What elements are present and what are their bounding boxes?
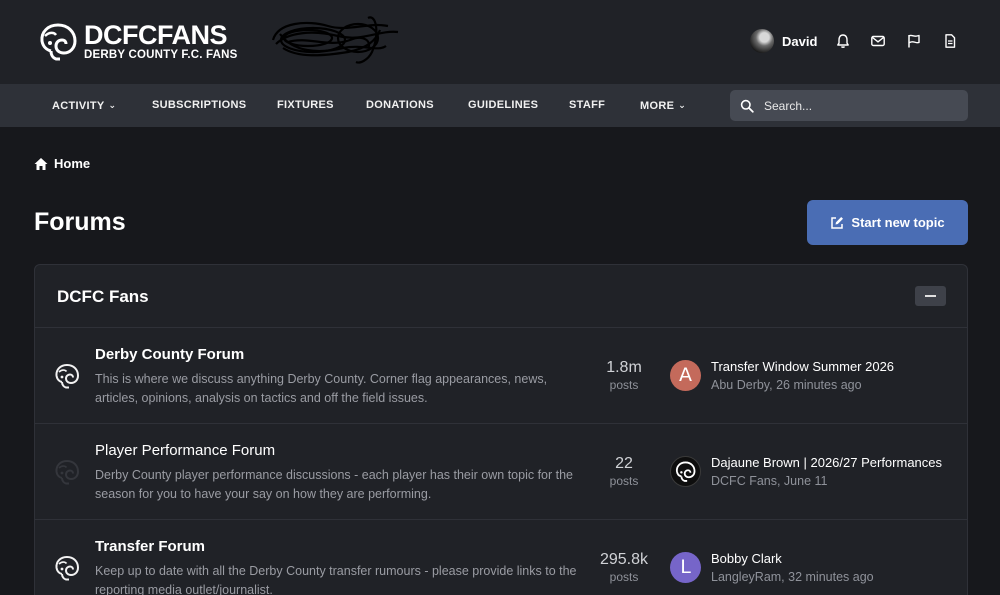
forum-unread-icon[interactable] xyxy=(53,362,81,390)
chevron-down-icon: ⌄ xyxy=(678,100,687,110)
user-avatar[interactable] xyxy=(750,29,774,53)
forum-title[interactable]: Player Performance Forum xyxy=(95,442,275,459)
forum-description: Derby County player performance discussi… xyxy=(95,468,574,501)
forum-title[interactable]: Transfer Forum xyxy=(95,538,205,555)
start-new-topic-label: Start new topic xyxy=(851,215,945,230)
home-icon xyxy=(34,157,48,170)
flag-icon[interactable] xyxy=(906,33,922,49)
edit-icon xyxy=(831,216,844,229)
category-title[interactable]: DCFC Fans xyxy=(57,287,149,307)
bell-icon[interactable] xyxy=(835,33,851,49)
forum-post-count: 295.8k posts xyxy=(599,551,649,584)
forum-category-panel: DCFC Fans Derby County Forum This is whe… xyxy=(34,264,968,595)
logo-title: DCFCFANS xyxy=(84,20,227,50)
last-poster-avatar[interactable] xyxy=(670,456,701,487)
nav-staff[interactable]: STAFF xyxy=(569,84,605,127)
username[interactable]: David xyxy=(782,34,817,49)
forum-row: Transfer Forum Keep up to date with all … xyxy=(35,520,967,595)
chevron-down-icon: ⌄ xyxy=(108,100,117,110)
last-post-meta: LangleyRam, 32 minutes ago xyxy=(711,570,874,584)
redaction-scribble xyxy=(271,16,399,64)
last-post-meta: DCFC Fans, June 11 xyxy=(711,474,828,488)
main-nav: ACTIVITY ⌄ SUBSCRIPTIONS FIXTURES DONATIO… xyxy=(0,84,1000,127)
nav-fixtures[interactable]: FIXTURES xyxy=(277,84,334,127)
category-header: DCFC Fans xyxy=(35,265,967,328)
breadcrumb[interactable]: Home xyxy=(34,156,90,171)
last-topic-link[interactable]: Bobby Clark xyxy=(711,551,782,566)
last-poster-avatar[interactable]: L xyxy=(670,552,701,583)
page-title: Forums xyxy=(34,208,126,236)
user-menu[interactable]: David xyxy=(750,29,817,53)
search-icon xyxy=(740,99,754,113)
last-topic-link[interactable]: Dajaune Brown | 2026/27 Performances xyxy=(711,455,942,470)
nav-guidelines[interactable]: GUIDELINES xyxy=(468,84,538,127)
nav-more[interactable]: MORE ⌄ xyxy=(640,84,686,127)
nav-activity[interactable]: ACTIVITY ⌄ xyxy=(52,84,116,127)
last-topic-link[interactable]: Transfer Window Summer 2026 xyxy=(711,359,894,374)
document-icon[interactable] xyxy=(942,33,958,49)
forum-description: This is where we discuss anything Derby … xyxy=(95,372,548,405)
forum-read-icon[interactable] xyxy=(53,458,81,486)
nav-subscriptions[interactable]: SUBSCRIPTIONS xyxy=(152,84,246,127)
collapse-button[interactable] xyxy=(915,286,946,306)
envelope-icon[interactable] xyxy=(870,33,886,49)
site-logo[interactable]: DCFCFANS DERBY COUNTY F.C. FANS xyxy=(36,20,238,64)
logo-subtitle: DERBY COUNTY F.C. FANS xyxy=(84,49,238,61)
search-input[interactable] xyxy=(764,98,954,113)
last-poster-avatar[interactable]: A xyxy=(670,360,701,391)
last-post-meta: Abu Derby, 26 minutes ago xyxy=(711,378,862,392)
site-header: DCFCFANS DERBY COUNTY F.C. FANS David xyxy=(0,0,1000,84)
forum-post-count: 22 posts xyxy=(609,455,639,488)
ram-logo-icon xyxy=(675,461,696,482)
breadcrumb-home[interactable]: Home xyxy=(54,156,90,171)
forum-row: Player Performance Forum Derby County pl… xyxy=(35,424,967,520)
search-box[interactable] xyxy=(730,90,968,121)
forum-title[interactable]: Derby County Forum xyxy=(95,346,244,363)
ram-logo-icon xyxy=(40,23,77,61)
forum-row: Derby County Forum This is where we disc… xyxy=(35,328,967,424)
nav-donations[interactable]: DONATIONS xyxy=(366,84,434,127)
start-new-topic-button[interactable]: Start new topic xyxy=(807,200,968,245)
forum-unread-icon[interactable] xyxy=(53,554,81,582)
forum-post-count: 1.8m posts xyxy=(606,359,642,392)
forum-description: Keep up to date with all the Derby Count… xyxy=(95,564,577,595)
